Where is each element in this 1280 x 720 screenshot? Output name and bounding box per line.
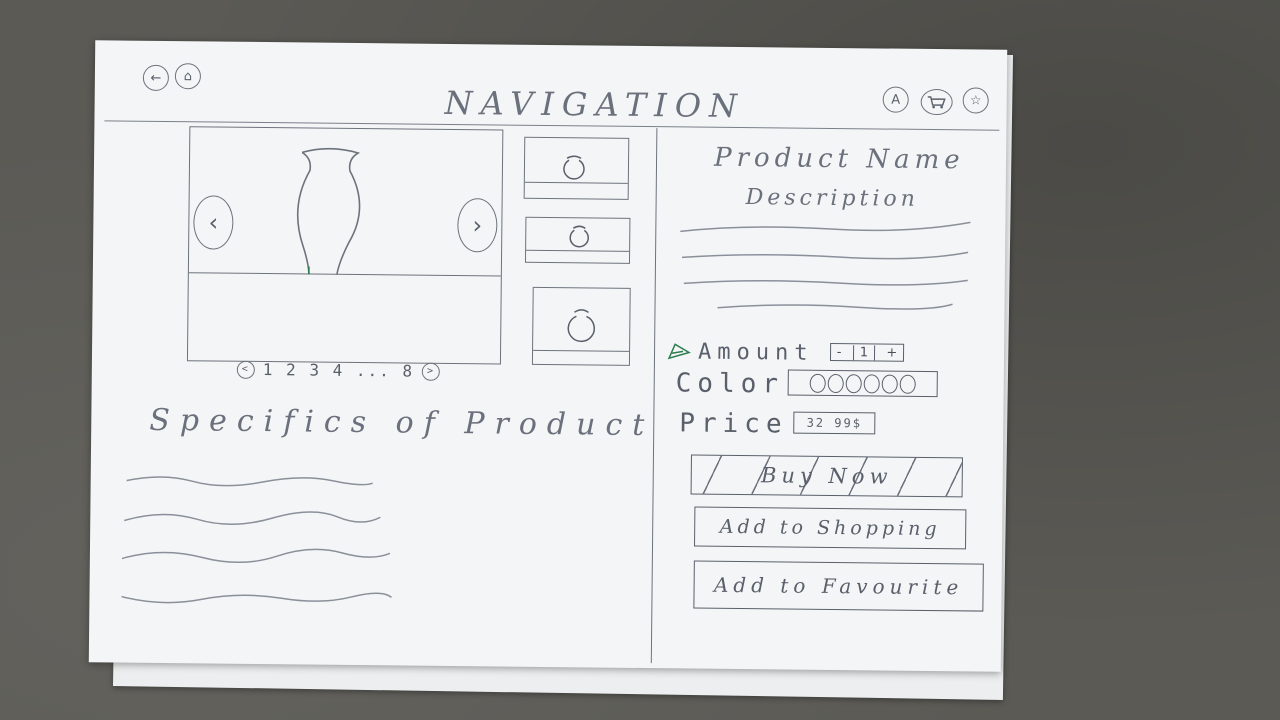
color-swatch[interactable] (899, 374, 916, 394)
product-name: Product Name (713, 142, 965, 176)
add-to-shopping-label: Add to Shopping (719, 515, 941, 541)
home-icon: ⌂ (183, 68, 193, 84)
page-prev-button[interactable]: < (236, 360, 255, 379)
favourites-button[interactable]: ☆ (962, 87, 989, 114)
description-heading: Description (745, 185, 919, 212)
color-swatch[interactable] (809, 373, 826, 393)
amount-label: Amount (697, 339, 814, 366)
amount-stepper[interactable]: - 1 + (829, 342, 905, 362)
account-button[interactable]: A (882, 86, 909, 113)
color-swatch[interactable] (863, 373, 880, 393)
carousel-next-button[interactable]: › (457, 198, 498, 253)
account-icon: A (891, 92, 901, 108)
chevron-left-icon: ‹ (208, 208, 219, 237)
carousel-pagination: < 1 2 3 4 ... 8 > (236, 360, 441, 381)
page-title: NAVIGATION (444, 83, 746, 126)
column-divider (650, 128, 658, 664)
thumbnail-3[interactable] (531, 286, 631, 366)
buy-now-button[interactable]: Buy Now (690, 454, 963, 498)
increment-button[interactable]: + (886, 345, 897, 360)
product-image-carousel[interactable]: ‹ › (186, 126, 504, 365)
star-icon: ☆ (969, 92, 982, 109)
chevron-right-icon: › (472, 211, 483, 240)
specifics-heading: Specifics of Product (149, 402, 655, 444)
decrement-button[interactable]: - (837, 345, 842, 360)
buy-now-label: Buy Now (760, 463, 893, 489)
color-swatch[interactable] (845, 373, 862, 393)
page-next-button[interactable]: > (421, 362, 441, 381)
add-to-favourite-button[interactable]: Add to Favourite (693, 560, 984, 612)
price-label: Price (679, 408, 788, 440)
vase-image (296, 147, 361, 275)
specifics-text-placeholder (121, 476, 392, 604)
wireframe-sheet: ← ⌂ NAVIGATION A ☆ ‹ › < 1 2 3 4 ... 8 >… (88, 40, 1008, 672)
add-to-shopping-button[interactable]: Add to Shopping (694, 506, 967, 550)
description-text-placeholder (680, 221, 971, 310)
color-selector[interactable] (787, 369, 938, 398)
color-swatch[interactable] (827, 373, 844, 393)
edit-marker-icon (667, 343, 691, 360)
thumbnail-1[interactable] (523, 136, 630, 200)
home-button[interactable]: ⌂ (174, 63, 202, 90)
page-numbers[interactable]: 1 2 3 4 ... 8 (263, 360, 414, 381)
carousel-prev-button[interactable]: ‹ (193, 195, 234, 250)
price-value: 32 99$ (793, 411, 876, 435)
back-arrow-icon: ← (150, 70, 162, 86)
vase-thumbnail-image (569, 225, 589, 248)
amount-value[interactable]: 1 (852, 344, 876, 360)
vase-thumbnail-image (563, 155, 585, 180)
color-swatch[interactable] (881, 373, 898, 394)
cart-icon (927, 96, 946, 109)
back-button[interactable]: ← (142, 64, 170, 92)
add-to-favourite-label: Add to Favourite (713, 572, 964, 600)
cart-button[interactable] (920, 88, 953, 116)
thumbnail-2[interactable] (524, 216, 631, 264)
vase-thumbnail-image (567, 309, 596, 343)
color-label: Color (675, 368, 785, 400)
